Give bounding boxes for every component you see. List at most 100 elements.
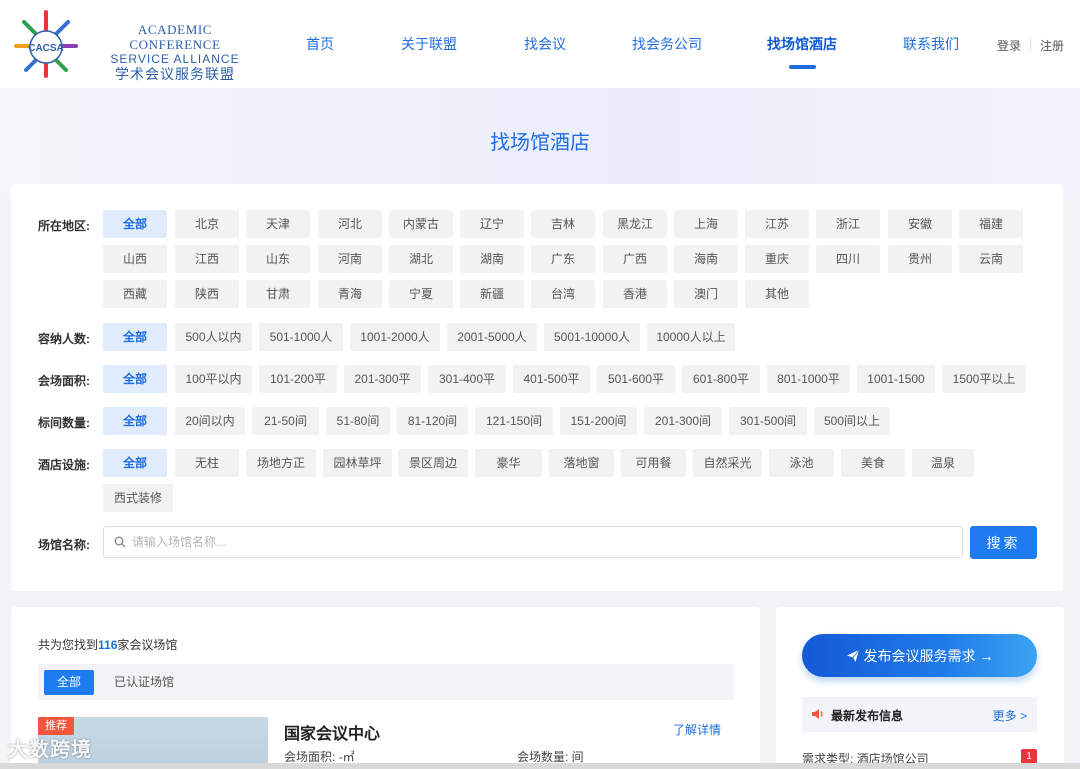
filter-area-option[interactable]: 1001-1500 bbox=[857, 365, 935, 393]
filter-region-option[interactable]: 宁夏 bbox=[389, 280, 453, 308]
filter-area-option[interactable]: 401-500平 bbox=[513, 365, 590, 393]
filter-area-option[interactable]: 201-300平 bbox=[344, 365, 421, 393]
filter-area-option[interactable]: 501-600平 bbox=[597, 365, 675, 393]
filter-region-option[interactable]: 安徽 bbox=[888, 210, 952, 238]
result-count-suffix: 家会议场馆 bbox=[117, 638, 178, 652]
filter-region-option[interactable]: 重庆 bbox=[745, 245, 809, 273]
filter-region-option[interactable]: 黑龙江 bbox=[603, 210, 667, 238]
filter-region-option[interactable]: 福建 bbox=[959, 210, 1023, 238]
filter-region-option[interactable]: 湖南 bbox=[460, 245, 524, 273]
filter-rooms-option[interactable]: 500间以上 bbox=[814, 407, 890, 435]
nav-active-indicator bbox=[789, 65, 816, 69]
news-more-link[interactable]: 更多 > bbox=[993, 707, 1027, 724]
filter-region-option[interactable]: 上海 bbox=[674, 210, 738, 238]
filter-region-option[interactable]: 云南 bbox=[959, 245, 1023, 273]
filter-capacity-option[interactable]: 5001-10000人 bbox=[544, 323, 640, 351]
nav-about[interactable]: 关于联盟 bbox=[401, 34, 457, 54]
filter-facilities-option[interactable]: 无柱 bbox=[175, 449, 239, 477]
filter-area-option[interactable]: 101-200平 bbox=[259, 365, 337, 393]
filter-region-option[interactable]: 江西 bbox=[175, 245, 239, 273]
filter-region-option[interactable]: 河南 bbox=[318, 245, 382, 273]
filter-facilities-option[interactable]: 温泉 bbox=[912, 449, 974, 477]
filter-facilities-option[interactable]: 景区周边 bbox=[398, 449, 468, 477]
search-button[interactable]: 搜索 bbox=[970, 526, 1037, 559]
tab-all[interactable]: 全部 bbox=[44, 670, 94, 695]
filter-rooms-option[interactable]: 20间以内 bbox=[175, 407, 245, 435]
filter-region-option[interactable]: 全部 bbox=[103, 210, 167, 238]
filter-region-option[interactable]: 澳门 bbox=[674, 280, 738, 308]
register-link[interactable]: 注册 bbox=[1040, 39, 1064, 53]
filter-rooms-option[interactable]: 301-500间 bbox=[729, 407, 807, 435]
nav-home[interactable]: 首页 bbox=[306, 34, 334, 54]
filter-region-option[interactable]: 山东 bbox=[246, 245, 310, 273]
result-count-number: 116 bbox=[98, 638, 118, 652]
filter-area-option[interactable]: 1500平以上 bbox=[942, 365, 1026, 393]
filter-rooms-option[interactable]: 51-80间 bbox=[326, 407, 390, 435]
login-link[interactable]: 登录 bbox=[997, 39, 1021, 53]
result-tabs: 全部 已认证场馆 bbox=[38, 664, 734, 700]
filter-region-option[interactable]: 四川 bbox=[816, 245, 880, 273]
filter-facilities-option[interactable]: 西式装修 bbox=[103, 484, 173, 512]
filter-region-option[interactable]: 湖北 bbox=[389, 245, 453, 273]
filter-region-option[interactable]: 吉林 bbox=[531, 210, 595, 238]
filter-facilities-option[interactable]: 场地方正 bbox=[246, 449, 316, 477]
filter-region-option[interactable]: 香港 bbox=[603, 280, 667, 308]
filter-region-option[interactable]: 广东 bbox=[531, 245, 595, 273]
tab-verified[interactable]: 已认证场馆 bbox=[104, 670, 184, 695]
venue-detail-link[interactable]: 了解详情 bbox=[673, 721, 721, 738]
filter-rooms-option[interactable]: 81-120间 bbox=[397, 407, 468, 435]
filter-region-option[interactable]: 海南 bbox=[674, 245, 738, 273]
filter-capacity-option[interactable]: 1001-2000人 bbox=[350, 323, 440, 351]
filter-region-option[interactable]: 陕西 bbox=[175, 280, 239, 308]
filter-region-option[interactable]: 青海 bbox=[318, 280, 382, 308]
filter-region-option[interactable]: 新疆 bbox=[460, 280, 524, 308]
filter-area-option[interactable]: 801-1000平 bbox=[767, 365, 850, 393]
venue-name[interactable]: 国家会议中心 bbox=[284, 720, 380, 744]
filter-area-option[interactable]: 全部 bbox=[103, 365, 167, 393]
filter-area-option[interactable]: 601-800平 bbox=[682, 365, 760, 393]
filter-region-option[interactable]: 台湾 bbox=[531, 280, 595, 308]
horizontal-scrollbar[interactable] bbox=[0, 763, 1080, 769]
filter-facilities-option[interactable]: 自然采光 bbox=[693, 449, 762, 477]
filter-facilities-option[interactable]: 泳池 bbox=[769, 449, 834, 477]
filter-region-option[interactable]: 甘肃 bbox=[246, 280, 310, 308]
filter-region-option[interactable]: 广西 bbox=[603, 245, 667, 273]
nav-find-venue[interactable]: 找场馆酒店 bbox=[767, 34, 837, 54]
filter-facilities-option[interactable]: 落地窗 bbox=[549, 449, 614, 477]
filter-region-option[interactable]: 贵州 bbox=[888, 245, 952, 273]
filter-region-option[interactable]: 内蒙古 bbox=[389, 210, 453, 238]
nav-find-conference[interactable]: 找会议 bbox=[524, 34, 566, 54]
filter-facilities-option[interactable]: 美食 bbox=[841, 449, 905, 477]
result-count: 共为您找到116家会议场馆 bbox=[38, 636, 177, 653]
filter-facilities-option[interactable]: 可用餐 bbox=[621, 449, 686, 477]
filter-region-option[interactable]: 辽宁 bbox=[460, 210, 524, 238]
filter-facilities-option[interactable]: 豪华 bbox=[475, 449, 542, 477]
filter-area-option[interactable]: 100平以内 bbox=[175, 365, 252, 393]
publish-request-button[interactable]: 发布会议服务需求 → bbox=[802, 634, 1037, 677]
filter-facilities-option[interactable]: 园林草坪 bbox=[323, 449, 392, 477]
auth-divider bbox=[1029, 39, 1031, 51]
filter-region-option[interactable]: 河北 bbox=[318, 210, 382, 238]
filter-capacity-option[interactable]: 500人以内 bbox=[175, 323, 252, 351]
filter-region-option[interactable]: 山西 bbox=[103, 245, 167, 273]
filter-region-option[interactable]: 北京 bbox=[175, 210, 239, 238]
filter-rooms-option[interactable]: 21-50间 bbox=[252, 407, 319, 435]
nav-contact[interactable]: 联系我们 bbox=[903, 34, 959, 54]
filter-capacity-option[interactable]: 10000人以上 bbox=[647, 323, 735, 351]
filter-region-option[interactable]: 江苏 bbox=[745, 210, 809, 238]
filter-area-option[interactable]: 301-400平 bbox=[428, 365, 506, 393]
filter-rooms-option[interactable]: 151-200间 bbox=[560, 407, 637, 435]
filter-region-option[interactable]: 西藏 bbox=[103, 280, 167, 308]
filter-facilities-option[interactable]: 全部 bbox=[103, 449, 167, 477]
filter-capacity-option[interactable]: 全部 bbox=[103, 323, 167, 351]
filter-rooms-option[interactable]: 121-150间 bbox=[475, 407, 553, 435]
filter-rooms-option[interactable]: 全部 bbox=[103, 407, 167, 435]
filter-capacity-option[interactable]: 2001-5000人 bbox=[447, 323, 537, 351]
nav-find-company[interactable]: 找会务公司 bbox=[632, 34, 702, 54]
filter-region-option[interactable]: 天津 bbox=[246, 210, 310, 238]
filter-rooms-option[interactable]: 201-300间 bbox=[644, 407, 722, 435]
venue-search-input[interactable] bbox=[132, 527, 952, 557]
filter-region-option[interactable]: 浙江 bbox=[816, 210, 880, 238]
filter-capacity-option[interactable]: 501-1000人 bbox=[259, 323, 343, 351]
filter-region-option[interactable]: 其他 bbox=[745, 280, 809, 308]
